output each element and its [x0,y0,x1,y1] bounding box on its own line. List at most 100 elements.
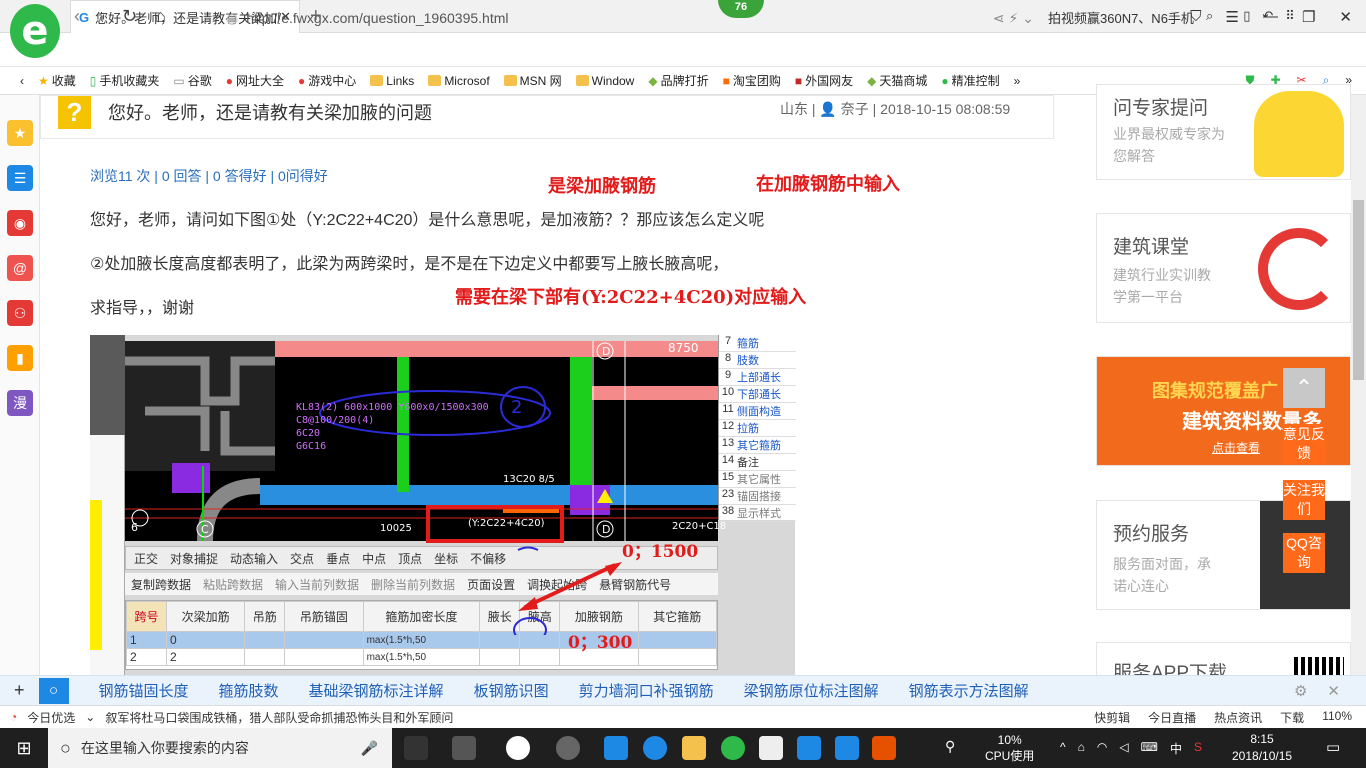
share-icon[interactable]: ⋖ ⚡ ⌄ [993,10,1034,27]
app-icon[interactable] [797,736,821,760]
more-bookmarks-icon[interactable]: » [1014,74,1021,88]
folder-icon[interactable] [682,736,706,760]
edge-icon[interactable] [604,736,628,760]
app-icon[interactable] [835,736,859,760]
favorites-icon[interactable]: ★ [7,120,33,146]
weibo-icon[interactable]: ◉ [7,210,33,236]
follow-button[interactable]: 关注我们 [1283,480,1325,520]
tag-link[interactable]: 钢筋表示方法图解 [909,680,1029,701]
bookmark-item[interactable]: Links [370,74,414,88]
banner-link[interactable]: 点击查看 [1212,439,1260,456]
panel-row[interactable]: 11 侧面构造 [719,403,796,420]
panel-row[interactable]: 12 拉筋 [719,420,796,437]
bookmark-item[interactable]: Microsof [428,74,490,88]
delete-column-button[interactable]: 删除当前列数据 [371,576,455,593]
bookmark-item[interactable]: ■ 外国网友 [795,72,853,89]
news-headline[interactable]: 叙军将杜马口袋围成铁桶，猎人部队受命抓捕恐怖头目和外军顾问 [105,709,453,726]
close-icon[interactable]: ✕ [1327,682,1340,700]
app-card[interactable]: 服务APP下载 [1096,642,1351,675]
panel-row[interactable]: 14 备注 [719,454,796,471]
intersection-button[interactable]: 交点 [290,550,314,567]
pdf-icon[interactable] [872,736,896,760]
ie-blue-icon[interactable] [643,736,667,760]
panel-row[interactable]: 10 下部通长 [719,386,796,403]
comic-icon[interactable]: 漫 [7,390,33,416]
sogou-icon[interactable]: S [1194,740,1202,757]
tag-link[interactable]: 箍筋肢数 [219,680,279,701]
status-item[interactable]: 热点资讯 [1214,709,1262,726]
expert-card[interactable]: 问专家提问 业界最权威专家为您解答 [1096,84,1351,180]
dynamic-input-button[interactable]: 动态输入 [230,550,278,567]
bookmarks-left-icon[interactable]: ‹ [20,74,24,88]
vertex-button[interactable]: 顶点 [398,550,422,567]
task-view-icon[interactable] [404,736,428,760]
tag-link[interactable]: 剪力墙洞口补强钢筋 [579,680,714,701]
ime-indicator[interactable]: 中 [1170,740,1182,757]
cpu-meter[interactable]: 10% CPU使用 [985,732,1034,764]
panel-row[interactable]: 38 显示样式 [719,505,796,522]
panel-row[interactable]: 8 肢数 [719,352,796,369]
settings-icon[interactable]: ⚙ [1294,682,1307,700]
app-icon[interactable] [556,736,580,760]
mail-icon[interactable]: @ [7,255,33,281]
tag-link[interactable]: 钢筋锚固长度 [99,680,189,701]
wifi-icon[interactable]: ◠ [1097,740,1107,757]
bookmark-item[interactable]: ▭ 谷歌 [173,72,211,89]
list-icon[interactable]: ☰ [7,165,33,191]
status-item[interactable]: 快剪辑 [1094,709,1130,726]
copy-span-button[interactable]: 复制跨数据 [131,576,191,593]
ortho-button[interactable]: 正交 [134,550,158,567]
panel-row[interactable]: 15 其它属性 [719,471,796,488]
bookmark-item[interactable]: ● 精准控制 [941,72,999,89]
notifications-icon[interactable]: ▭ [1326,738,1340,756]
panel-row[interactable]: 7 箍筋 [719,335,796,352]
mic-icon[interactable]: 🎤 [361,740,378,757]
bookmark-item[interactable]: MSN 网 [503,72,562,89]
book-icon[interactable]: ▮ [7,345,33,371]
bookmark-item[interactable]: ◆ 天猫商城 [867,72,927,89]
forward-icon[interactable]: › [98,6,104,27]
close-window-button[interactable]: ✕ [1339,8,1352,26]
chevron-down-icon[interactable]: ⌄ [85,710,95,724]
browser-logo-icon[interactable]: e [10,4,60,58]
browser-360-icon[interactable] [721,736,745,760]
chevron-up-icon[interactable]: ^ [1060,740,1066,757]
clock[interactable]: 8:15 2018/10/15 [1232,731,1292,765]
news-label[interactable]: 今日优选 [27,709,75,726]
search-icon[interactable]: ⌕ [1206,8,1213,27]
input-column-button[interactable]: 输入当前列数据 [275,576,359,593]
tag-link[interactable]: 梁钢筋原位标注图解 [744,680,879,701]
windows-start-icon[interactable]: ⊞ [0,728,48,768]
apps-icon[interactable]: ⠿ [1285,8,1295,27]
bookmark-item[interactable]: ● 网址大全 [226,72,284,89]
back-icon[interactable]: ‹ [74,6,80,27]
tag-link[interactable]: 板钢筋识图 [474,680,549,701]
volume-icon[interactable]: ◁ [1119,740,1128,757]
undo-icon[interactable]: ↶ [1262,8,1273,27]
coordinate-button[interactable]: 坐标 [434,550,458,567]
bookmark-item[interactable]: Window [575,74,634,88]
feedback-button[interactable]: 意见反馈 [1283,424,1325,464]
status-item[interactable]: 今日直播 [1148,709,1196,726]
classroom-card[interactable]: 建筑课堂 建筑行业实训教 学第一平台 [1096,213,1351,323]
scrollbar[interactable] [1351,95,1366,675]
ie-icon[interactable] [506,736,530,760]
network-icon[interactable]: ⌂ [1078,740,1085,757]
panel-row[interactable]: 9 上部通长 [719,369,796,386]
panel-row[interactable]: 13 其它箍筋 [719,437,796,454]
reload-icon[interactable]: ↻ [122,6,137,27]
mobile-icon[interactable]: ▯ [1243,8,1250,27]
bookmark-item[interactable]: ▯ 手机收藏夹 [90,72,160,89]
search-text[interactable]: 拍视频赢360N7、N6手机 [1048,8,1194,27]
status-item[interactable]: 下载 [1280,709,1304,726]
perpendicular-button[interactable]: 垂点 [326,550,350,567]
panel-row[interactable]: 23 锚固搭接 [719,488,796,505]
paste-span-button[interactable]: 粘贴跨数据 [203,576,263,593]
game-icon[interactable]: ⚇ [7,300,33,326]
mail-app-icon[interactable] [759,736,783,760]
scrollbar-thumb[interactable] [1353,200,1364,380]
bookmark-item[interactable]: ◆ 品牌打折 [648,72,708,89]
zoom-level[interactable]: 110% [1322,709,1352,726]
bookmark-item[interactable]: ■ 淘宝团购 [723,72,781,89]
bookmark-item[interactable]: ● 游戏中心 [298,72,356,89]
